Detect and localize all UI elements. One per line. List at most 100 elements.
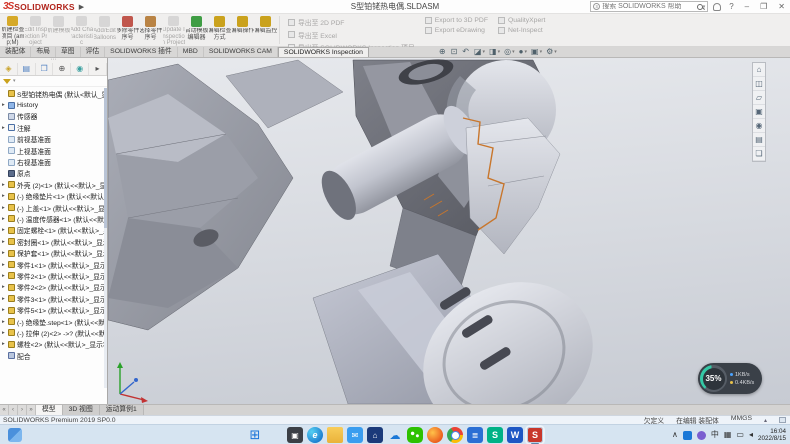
headsup-icon[interactable]: ⚙▾ xyxy=(546,47,557,57)
ime-language-indicator[interactable]: 中 xyxy=(711,427,719,443)
tree-item[interactable]: ▸ 注解 xyxy=(0,122,107,133)
tree-item[interactable]: ▸ 外壳 (2)<1> (默认<<默认>_显示状 xyxy=(0,179,107,190)
headsup-icon[interactable]: ◎▾ xyxy=(504,47,515,57)
search-input[interactable] xyxy=(602,3,696,10)
tree-item[interactable]: ▸ (-) 拉伸 (2)<2> ->? (默认<<默认 xyxy=(0,327,107,338)
tree-filter-row[interactable]: ▾ xyxy=(0,76,107,87)
view-palette-icon[interactable]: ▣ xyxy=(753,105,765,119)
ribbon-button[interactable]: 编辑监控 xyxy=(255,15,277,46)
export-menu-item[interactable]: Export to 3D PDF xyxy=(425,17,488,24)
dimxpertmanager-tab[interactable]: ⊕ xyxy=(53,63,71,75)
ribbon-button[interactable]: Add Characteristic xyxy=(71,15,93,46)
doc-tab[interactable]: 运动算例1 xyxy=(100,405,144,415)
headsup-icon[interactable]: ◪▾ xyxy=(474,47,485,57)
tree-item[interactable]: ▸ (-) 上盖<1> (默认<<默认>_显示状 xyxy=(0,202,107,213)
export-menu-item[interactable]: Export eDrawing xyxy=(425,27,488,34)
tree-item[interactable]: ▸ 零件3<1> (默认<<默认>_显示状态 xyxy=(0,293,107,304)
doc-tab-nav-icon[interactable]: » xyxy=(27,405,36,415)
tree-item[interactable]: S型铂铑热电偶 (默认<默认_显示状态-1 xyxy=(0,88,107,99)
status-corner-icon[interactable] xyxy=(779,417,786,423)
onedrive-icon[interactable]: ☁ xyxy=(387,427,403,443)
panel-overflow[interactable]: ▸ xyxy=(89,63,107,75)
widgets-icon[interactable] xyxy=(8,428,22,442)
onedrive-tray-icon[interactable] xyxy=(683,431,692,440)
browser-icon[interactable] xyxy=(427,427,443,443)
solidworks-taskbar-icon[interactable]: S xyxy=(527,427,543,443)
notes-app-icon[interactable]: ≣ xyxy=(467,427,483,443)
minimize-button[interactable]: – xyxy=(742,2,752,11)
doc-tab[interactable]: 3D 视图 xyxy=(63,405,100,415)
close-button[interactable]: ✕ xyxy=(775,2,788,11)
filter-dropdown-icon[interactable]: ▾ xyxy=(13,78,16,84)
tree-item[interactable]: ▸ History xyxy=(0,99,107,110)
headsup-icon[interactable]: ▣▾ xyxy=(531,47,542,57)
tray-chevron-icon[interactable]: ∧ xyxy=(672,427,678,443)
doc-tab-nav-icon[interactable]: « xyxy=(0,405,9,415)
tree-item[interactable]: ▸ 固定螺栓<1> (默认<<默认>_显示状 xyxy=(0,225,107,236)
headsup-icon[interactable]: ⊡ xyxy=(451,47,459,57)
file-explorer-icon[interactable] xyxy=(327,427,343,443)
task-view-button[interactable]: ▣ xyxy=(287,427,303,443)
display-tray-icon[interactable]: ▭ xyxy=(736,427,744,443)
word-icon[interactable]: W xyxy=(507,427,523,443)
doc-tab-nav-icon[interactable]: › xyxy=(18,405,27,415)
graphics-viewport[interactable]: ⌂◫▱▣◉▤❏ 35% 1KB/s 0.4KB/s xyxy=(108,58,790,404)
tree-item[interactable]: ▸ 螺栓<2> (默认<<默认>_显示状态 xyxy=(0,339,107,350)
chrome-icon[interactable] xyxy=(447,427,463,443)
ribbon-button[interactable]: Add/Edit Balloons xyxy=(94,15,116,46)
ribbon-button[interactable]: 启动模板编辑器 xyxy=(186,15,208,46)
export-menu-item[interactable]: 导出至 2D PDF xyxy=(288,17,415,27)
tree-item[interactable]: ▸ 零件5<1> (默认<<默认>_显示状态 xyxy=(0,304,107,315)
command-tab[interactable]: SOLIDWORKS 插件 xyxy=(105,47,178,57)
headsup-icon[interactable]: ⊕ xyxy=(439,47,447,57)
performance-widget[interactable]: 35% 1KB/s 0.4KB/s xyxy=(698,363,762,394)
ribbon-button[interactable]: 编辑检查方式 xyxy=(209,15,231,46)
status-expand-icon[interactable]: ▴ xyxy=(764,417,767,424)
wechat-icon[interactable] xyxy=(407,427,423,443)
command-tab[interactable]: MBD xyxy=(178,47,204,57)
clock[interactable]: 16:04 2022/8/15 xyxy=(758,428,786,442)
search-icon[interactable] xyxy=(697,4,703,10)
mail-icon[interactable]: ✉ xyxy=(347,427,363,443)
tree-item[interactable]: 上视基准面 xyxy=(0,145,107,156)
tree-scrollbar[interactable] xyxy=(104,88,107,388)
tree-item[interactable]: ▸ 保护套<1> (默认<<默认>_显示状 xyxy=(0,247,107,258)
partner-menu-item[interactable]: QualityXpert xyxy=(498,17,545,24)
tree-item[interactable]: 原点 xyxy=(0,168,107,179)
ribbon-button[interactable]: 编辑操作 xyxy=(232,15,254,46)
ribbon-button[interactable]: Update Inspection Project xyxy=(163,15,185,46)
ribbon-button[interactable]: 新建检查项目 (amp;M) xyxy=(2,15,24,46)
ribbon-button[interactable]: 选择零件序号 xyxy=(140,15,162,46)
configurationmanager-tab[interactable]: ❐ xyxy=(36,63,54,75)
tree-item[interactable]: ▸ (-) 绝缘垫片<1> (默认<<默认>_显 xyxy=(0,191,107,202)
ime-mode-icon[interactable]: ▦ xyxy=(724,427,732,443)
help-button[interactable]: ? xyxy=(726,2,736,11)
headsup-icon[interactable]: ●▾ xyxy=(519,47,527,57)
command-tab[interactable]: 装配体 xyxy=(0,47,31,57)
green-s-app-icon[interactable]: S xyxy=(487,427,503,443)
help-search-box[interactable]: s ▾ xyxy=(590,1,708,12)
start-button[interactable]: ⊞ xyxy=(247,427,263,443)
displaymanager-tab[interactable]: ◉ xyxy=(71,63,89,75)
tree-item[interactable]: ▸ (-) 绝缘垫.step<1> (默认<<默认 xyxy=(0,316,107,327)
menu-expand-arrow[interactable]: ▶ xyxy=(79,3,84,11)
tree-item[interactable]: 配合 xyxy=(0,350,107,361)
search-button[interactable] xyxy=(267,427,283,443)
doc-tab[interactable]: 模型 xyxy=(36,405,63,415)
command-tab[interactable]: 草图 xyxy=(56,47,81,57)
command-tab[interactable]: SOLIDWORKS CAM xyxy=(204,47,278,57)
design-library-icon[interactable]: ◫ xyxy=(753,77,765,91)
resources-icon[interactable]: ⌂ xyxy=(753,63,765,77)
tree-item[interactable]: ▸ 零件1<1> (默认<<默认>_显示状态 xyxy=(0,259,107,270)
appearances-icon[interactable]: ◉ xyxy=(753,119,765,133)
edge-icon[interactable]: e xyxy=(307,427,323,443)
command-tab[interactable]: 评估 xyxy=(81,47,106,57)
command-tab[interactable]: 布局 xyxy=(31,47,56,57)
partner-menu-item[interactable]: Net-Inspect xyxy=(498,27,545,34)
restore-button[interactable]: ❐ xyxy=(757,2,770,11)
headsup-icon[interactable]: ↶ xyxy=(462,47,470,57)
headsup-icon[interactable]: ◨▾ xyxy=(489,47,500,57)
user-account-icon[interactable] xyxy=(713,3,721,11)
featuremanager-tab[interactable]: ◈ xyxy=(0,63,18,75)
store-icon[interactable]: ⌂ xyxy=(367,427,383,443)
